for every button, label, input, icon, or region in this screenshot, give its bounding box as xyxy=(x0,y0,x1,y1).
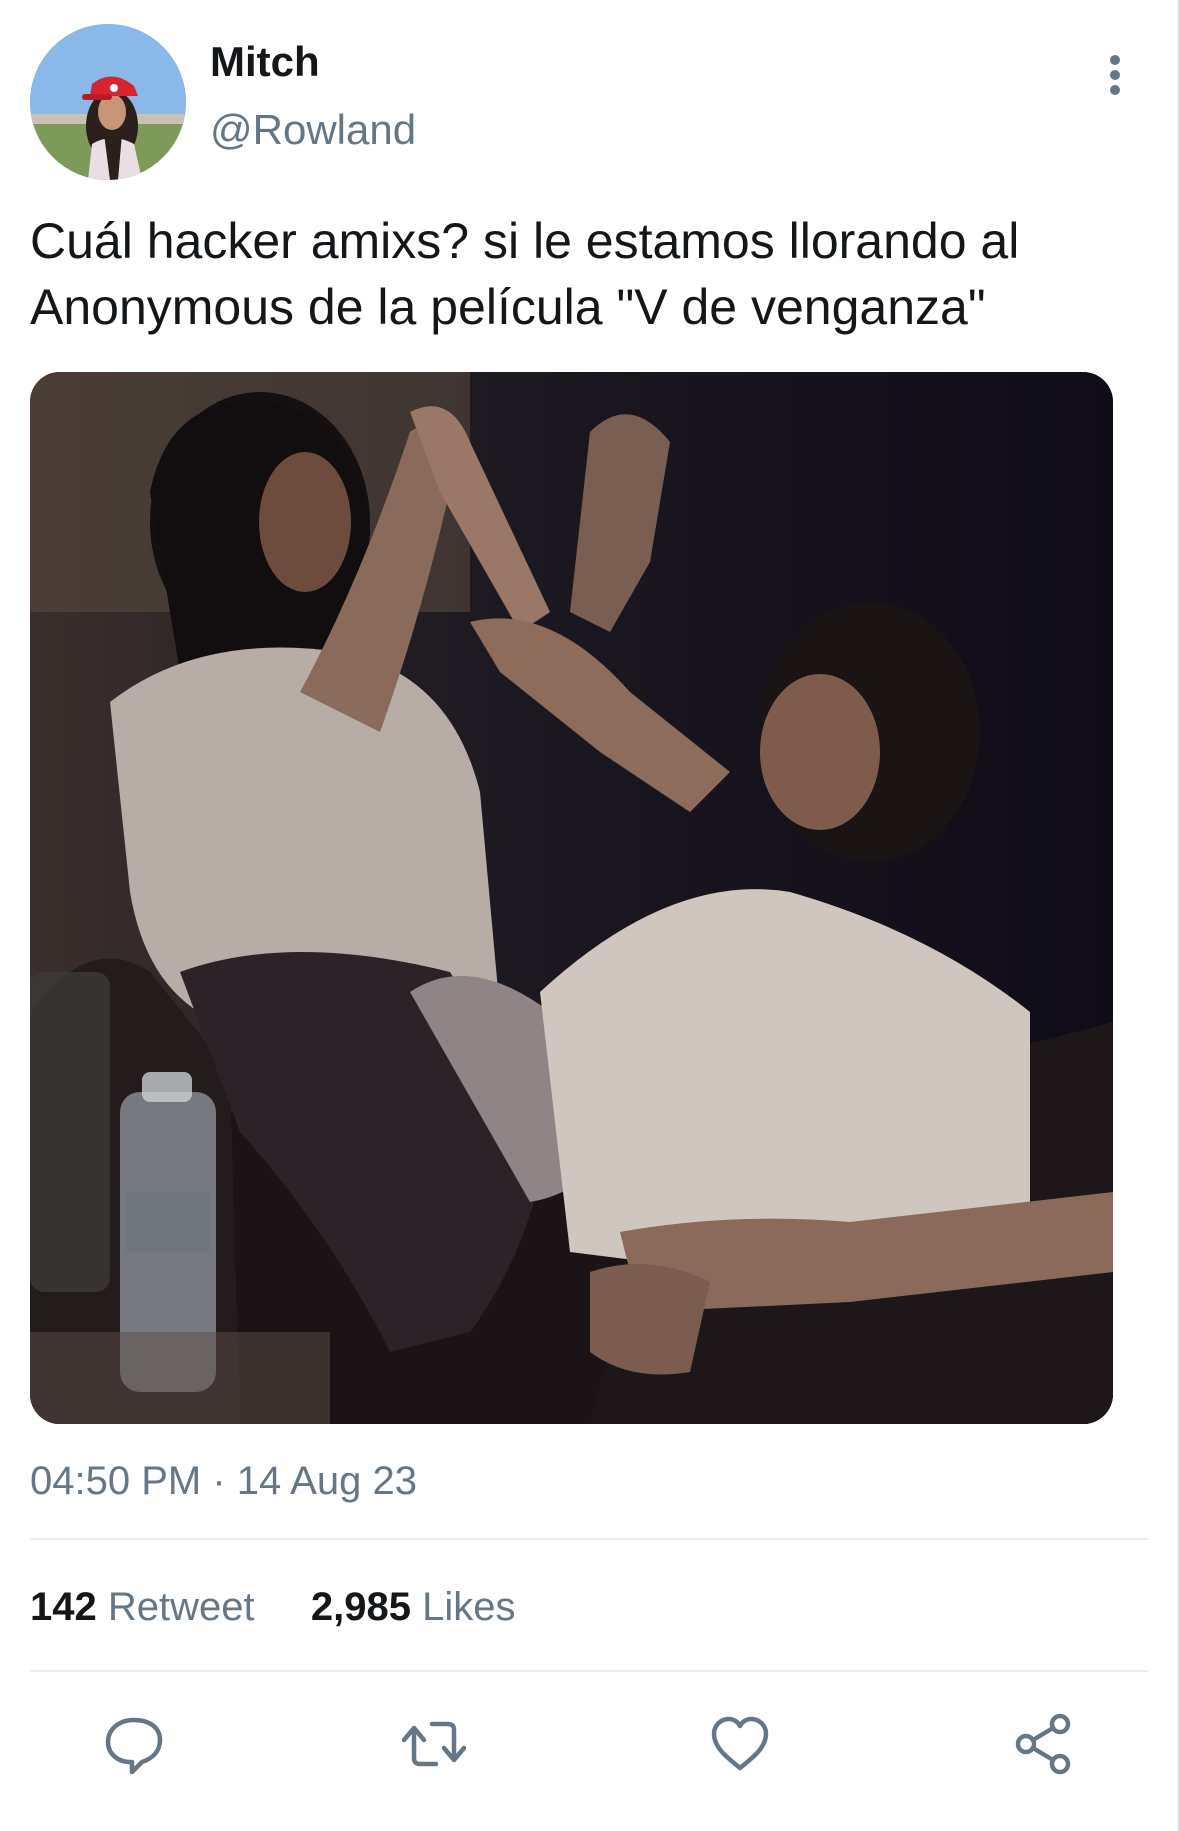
retweet-label[interactable]: Retweet xyxy=(108,1585,255,1629)
more-options-button[interactable] xyxy=(1095,50,1135,100)
tweet-media-image[interactable] xyxy=(30,372,1113,1424)
reply-button[interactable] xyxy=(102,1712,166,1776)
retweet-button[interactable] xyxy=(402,1712,466,1776)
avatar-image xyxy=(30,24,186,180)
user-handle[interactable]: @Rowland xyxy=(210,106,416,154)
display-name[interactable]: Mitch xyxy=(210,38,320,86)
like-label[interactable]: Likes xyxy=(422,1585,515,1629)
like-count[interactable]: 2,985 xyxy=(311,1585,411,1629)
divider xyxy=(30,1670,1148,1672)
retweet-count[interactable]: 142 xyxy=(30,1585,97,1629)
heart-icon xyxy=(711,1716,769,1771)
tweet-timestamp[interactable]: 04:50 PM · 14 Aug 23 xyxy=(30,1456,417,1506)
more-vertical-icon xyxy=(1110,55,1120,95)
like-button[interactable] xyxy=(708,1712,772,1776)
tweet-text: Cuál hacker amixs? si le estamos llorand… xyxy=(30,213,1020,335)
retweet-icon xyxy=(402,1721,466,1767)
avatar[interactable] xyxy=(30,24,186,180)
share-icon xyxy=(1015,1713,1071,1775)
reply-icon xyxy=(105,1717,163,1775)
divider xyxy=(30,1538,1148,1540)
tweet-card: Mitch @Rowland Cuál hacker amixs? si le … xyxy=(0,0,1179,1831)
share-button[interactable] xyxy=(1012,1712,1076,1776)
engagement-stats: 142 Retweet 2,985 Likes xyxy=(30,1582,516,1632)
photo-illustration xyxy=(30,372,1113,1424)
